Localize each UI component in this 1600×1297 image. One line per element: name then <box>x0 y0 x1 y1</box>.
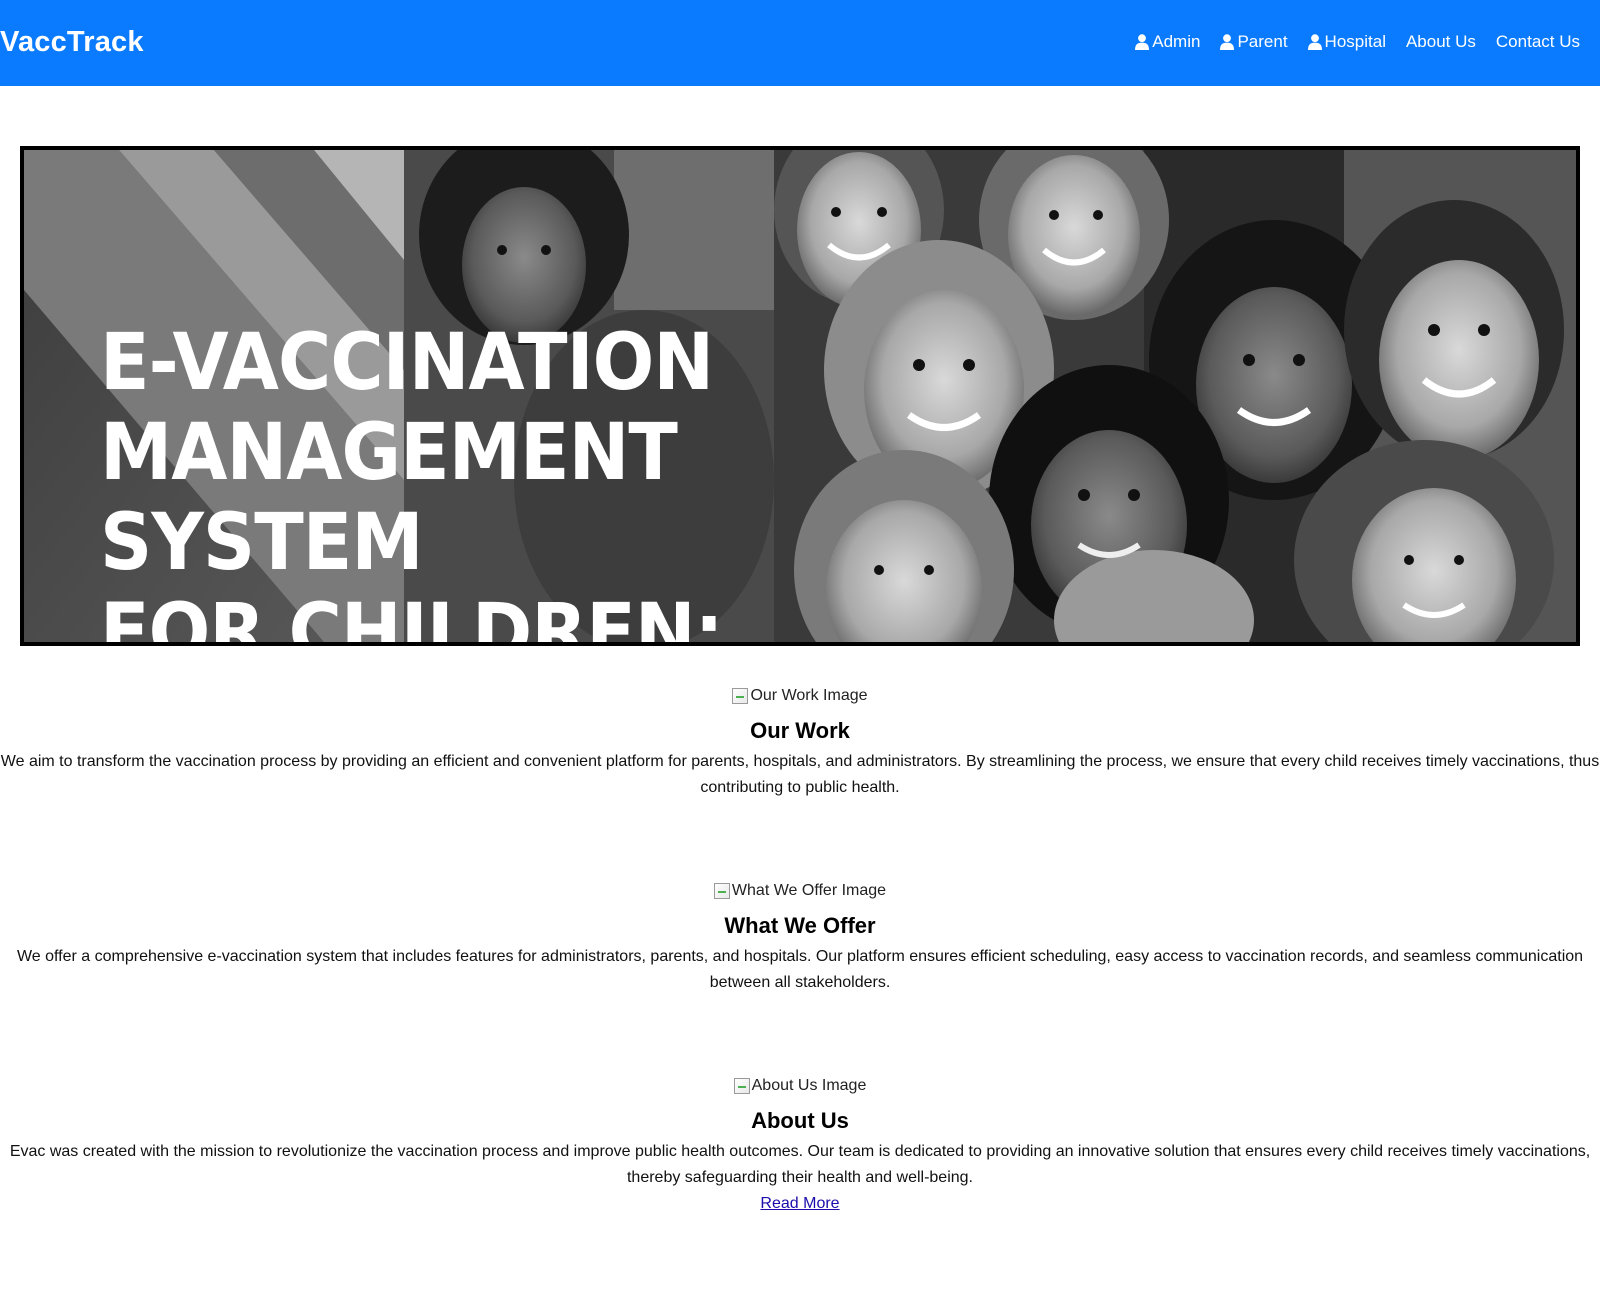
read-more-link[interactable]: Read More <box>760 1191 839 1217</box>
what-we-offer-text: We offer a comprehensive e-vaccination s… <box>16 948 1584 991</box>
what-we-offer-section: What We Offer Image What We Offer We off… <box>0 881 1600 996</box>
user-icon <box>1135 34 1150 50</box>
our-work-title: Our Work <box>750 718 850 743</box>
about-us-image-alt: About Us Image <box>751 1077 867 1094</box>
broken-image-icon <box>713 883 730 899</box>
about-us-text: Evac was created with the mission to rev… <box>9 1143 1591 1186</box>
nav-contact-us-link[interactable]: Contact Us <box>1496 32 1580 52</box>
hero-title: E-VACCINATION MANAGEMENT SYSTEM FOR CHIL… <box>100 318 724 646</box>
nav-admin-link[interactable]: Admin <box>1135 32 1200 52</box>
our-work-text: We aim to transform the vaccination proc… <box>0 753 1600 796</box>
brand-logo[interactable]: VaccTrack <box>0 26 144 59</box>
our-work-section: Our Work Image Our Work We aim to transf… <box>0 686 1600 801</box>
our-work-image: Our Work Image <box>732 686 868 706</box>
nav-parent-link[interactable]: Parent <box>1220 32 1288 52</box>
about-us-title: About Us <box>751 1108 849 1133</box>
broken-image-icon <box>732 688 749 704</box>
nav-admin-label: Admin <box>1152 32 1201 51</box>
main-nav: Admin Parent Hospital About Us Contact U… <box>1135 32 1580 52</box>
what-we-offer-image-alt: What We Offer Image <box>731 882 887 899</box>
nav-about-us-link[interactable]: About Us <box>1406 32 1476 52</box>
about-us-image: About Us Image <box>733 1076 867 1096</box>
about-us-section: About Us Image About Us Evac was created… <box>0 1076 1600 1217</box>
hero-banner: E-VACCINATION MANAGEMENT SYSTEM FOR CHIL… <box>20 146 1580 646</box>
user-icon <box>1307 34 1322 50</box>
nav-parent-label: Parent <box>1237 32 1288 51</box>
navbar: VaccTrack Admin Parent Hospital About Us… <box>0 0 1600 86</box>
broken-image-icon <box>733 1078 750 1094</box>
what-we-offer-image: What We Offer Image <box>713 881 887 901</box>
user-icon <box>1220 34 1235 50</box>
our-work-image-alt: Our Work Image <box>750 687 868 704</box>
nav-hospital-link[interactable]: Hospital <box>1307 32 1386 52</box>
nav-hospital-label: Hospital <box>1324 32 1386 51</box>
what-we-offer-title: What We Offer <box>724 913 876 938</box>
